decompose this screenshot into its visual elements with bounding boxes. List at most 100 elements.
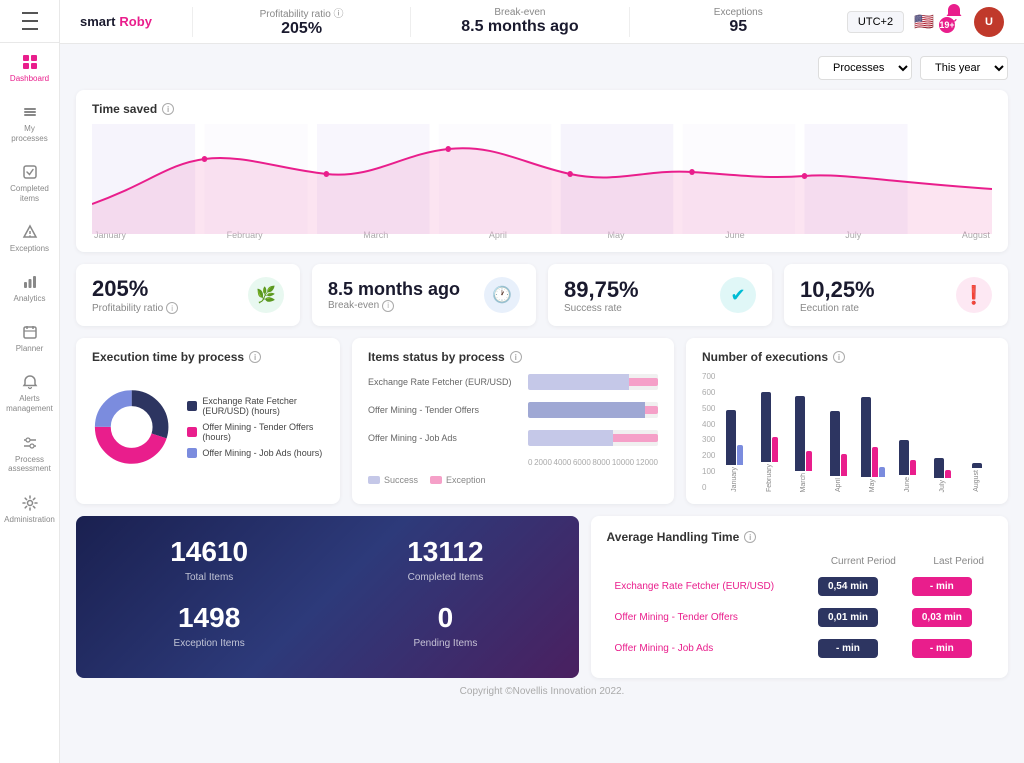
y-700: 700 <box>702 372 715 381</box>
bar-success-job <box>528 430 613 446</box>
exec-pink-mar <box>806 451 812 471</box>
bottom-row: 14610 Total Items 13112 Completed Items … <box>76 516 1008 678</box>
avg-label-tender: Offer Mining - Tender Offers <box>607 602 810 633</box>
timezone-button[interactable]: UTC+2 <box>847 11 904 33</box>
content-area: Processes This year Time saved i <box>60 44 1024 763</box>
exec-bar-may: May <box>858 397 889 492</box>
blue-stat-exception-value: 1498 <box>96 602 322 634</box>
avg-last-btn-exchange[interactable]: - min <box>912 577 972 596</box>
avg-current-btn-tender[interactable]: 0,01 min <box>818 608 878 627</box>
avg-last-exchange: - min <box>904 571 992 602</box>
process-filter[interactable]: Processes <box>818 56 912 80</box>
sidebar-item-label: Alerts management <box>5 394 54 413</box>
sidebar-item-label: Completed items <box>5 184 54 203</box>
execution-time-info[interactable]: i <box>249 351 261 363</box>
stat-execution: 10,25% Eecution rate ❗ <box>784 264 1008 326</box>
avg-row-job: Offer Mining - Job Ads - min - min <box>607 633 992 664</box>
exec-dark-jun <box>899 440 909 475</box>
bar-exchange-rate: Exchange Rate Fetcher (EUR/USD) <box>368 374 658 390</box>
exec-pink-apr <box>841 454 847 476</box>
blue-stat-pending-label: Pending Items <box>332 638 558 649</box>
sidebar-item-my-processes[interactable]: My processes <box>0 93 59 153</box>
stat-execution-left: 10,25% Eecution rate <box>800 277 875 314</box>
hamburger-menu[interactable] <box>22 10 38 32</box>
sidebar-item-planner[interactable]: Planner <box>0 313 59 363</box>
sidebar-item-dashboard[interactable]: Dashboard <box>0 43 59 93</box>
avg-current-job: - min <box>810 633 904 664</box>
y-400: 400 <box>702 420 715 429</box>
sidebar-item-completed[interactable]: Completed items <box>0 153 59 213</box>
x-6000: 6000 <box>573 458 591 467</box>
number-executions-info[interactable]: i <box>833 351 845 363</box>
x-8000: 8000 <box>592 458 610 467</box>
exec-bars: January February <box>719 372 992 492</box>
bar-chart-icon <box>21 273 39 291</box>
sidebar-item-analytics[interactable]: Analytics <box>0 263 59 313</box>
stat-breakeven-info[interactable]: i <box>382 300 394 312</box>
topbar-stat-profitability-label: Profitability ratio ⓘ <box>233 5 370 20</box>
x-12000: 12000 <box>636 458 658 467</box>
x-2000: 2000 <box>534 458 552 467</box>
avg-col-last: Last Period <box>904 552 992 571</box>
period-filter[interactable]: This year <box>920 56 1008 80</box>
sidebar-item-alerts[interactable]: Alerts management <box>0 363 59 423</box>
stat-profitability-info[interactable]: i <box>166 302 178 314</box>
exec-pink-feb <box>772 437 778 462</box>
bell-icon <box>21 373 39 391</box>
exec-pink-jun <box>910 460 916 475</box>
blue-stat-exception-label: Exception Items <box>96 638 322 649</box>
sidebar-item-label: Planner <box>16 344 44 353</box>
legend-dot-blue <box>187 448 197 458</box>
topbar-logo: smartRoby <box>80 14 152 29</box>
avg-current-btn-job[interactable]: - min <box>818 639 878 658</box>
topbar-stat-breakeven: Break-even 8.5 months ago <box>451 7 588 36</box>
topbar-stat-exceptions-label: Exceptions <box>670 7 807 18</box>
user-avatar[interactable]: U <box>974 7 1004 37</box>
avg-handling-title: Average Handling Time i <box>607 530 992 544</box>
topbar-actions: UTC+2 🇺🇸 19+ U <box>847 2 1004 41</box>
legend-exception-label: Exception <box>446 475 486 485</box>
y-0: 0 <box>702 483 715 492</box>
bar-exception-tender <box>645 406 658 414</box>
avg-last-btn-tender[interactable]: 0,03 min <box>912 608 972 627</box>
blue-stat-total-label: Total Items <box>96 572 322 583</box>
items-status-info[interactable]: i <box>510 351 522 363</box>
avg-label-job: Offer Mining - Job Ads <box>607 633 810 664</box>
sidebar-item-exceptions[interactable]: Exceptions <box>0 213 59 263</box>
notification-button[interactable]: 19+ <box>944 2 964 41</box>
avg-last-btn-job[interactable]: - min <box>912 639 972 658</box>
stat-profitability-label: Profitability ratio i <box>92 302 178 314</box>
stats-row: 205% Profitability ratio i 🌿 8.5 months … <box>76 264 1008 326</box>
exec-bar-jun: June <box>892 440 923 492</box>
blue-stats-card: 14610 Total Items 13112 Completed Items … <box>76 516 579 678</box>
sidebar-item-administration[interactable]: Administration <box>0 484 59 534</box>
bar-label-job: Offer Mining - Job Ads <box>368 433 528 443</box>
legend-exception-dot <box>430 476 442 484</box>
time-saved-title: Time saved i <box>92 102 992 116</box>
sidebar-item-process-assessment[interactable]: Process assessment <box>0 424 59 484</box>
executions-chart-area: 700 600 500 400 300 200 100 0 <box>702 372 992 492</box>
avg-label-exchange: Exchange Rate Fetcher (EUR/USD) <box>607 571 810 602</box>
bar-exception-exchange <box>629 378 658 386</box>
y-300: 300 <box>702 435 715 444</box>
legend-exchange-rate: Exchange Rate Fetcher (EUR/USD) (hours) <box>187 396 324 416</box>
x-4000: 4000 <box>554 458 572 467</box>
topbar-stat-profitability-value: 205% <box>233 20 370 38</box>
avg-current-btn-exchange[interactable]: 0,54 min <box>818 577 878 596</box>
blue-stat-completed-value: 13112 <box>332 536 558 568</box>
exec-label-feb: February <box>766 464 773 492</box>
charts-row: Execution time by process i <box>76 338 1008 504</box>
bar-label-tender: Offer Mining - Tender Offers <box>368 405 528 415</box>
x-10000: 10000 <box>612 458 634 467</box>
topbar-stat-exceptions-value: 95 <box>670 18 807 36</box>
y-200: 200 <box>702 451 715 460</box>
donut-chart <box>92 372 171 482</box>
exec-bar-aug: August <box>961 463 992 492</box>
legend-tender-offers: Offer Mining - Tender Offers (hours) <box>187 422 324 442</box>
avg-handling-card: Average Handling Time i Current Period L… <box>591 516 1008 678</box>
avg-last-job: - min <box>904 633 992 664</box>
bar-track-job <box>528 430 658 446</box>
avg-handling-info[interactable]: i <box>744 531 756 543</box>
time-saved-info-icon[interactable]: i <box>162 103 174 115</box>
legend-dot-pink <box>187 427 197 437</box>
